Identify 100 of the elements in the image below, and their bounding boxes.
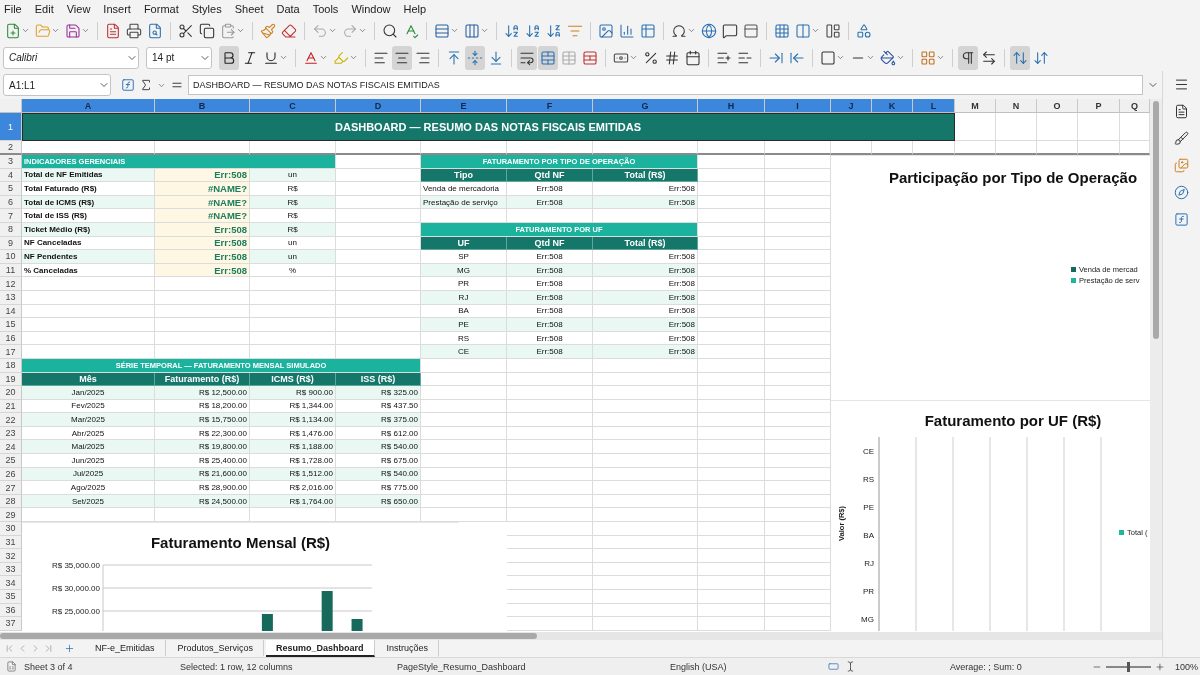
table-cell: #NAME? (155, 182, 250, 196)
menu-item[interactable]: Tools (312, 2, 339, 15)
column-header[interactable]: D (336, 99, 421, 113)
row-header[interactable]: 22 (0, 413, 22, 427)
column-header[interactable]: Q (1120, 99, 1150, 113)
column-header[interactable]: H (698, 99, 765, 113)
axis-label: CE (862, 446, 874, 456)
table-cell: R$ 1,134.00 (250, 413, 336, 427)
table-cell: #NAME? (155, 209, 250, 223)
table-cell: Err:508 (593, 318, 698, 332)
zoom-level[interactable]: 100% (1174, 661, 1198, 672)
font-name-field[interactable]: Calibri (3, 46, 139, 69)
column-header[interactable]: P (1078, 99, 1120, 113)
row-header[interactable]: 27 (0, 481, 22, 495)
sheet-count: Sheet 3 of 4 (24, 661, 73, 672)
row-header[interactable]: 34 (0, 576, 22, 590)
column-header[interactable]: I (765, 99, 831, 113)
row-header[interactable]: 24 (0, 440, 22, 455)
chart-title: Faturamento Mensal (R$) (149, 534, 332, 552)
chart-title: Participação por Tipo de Operação (887, 169, 1139, 186)
column-header[interactable]: F (507, 99, 593, 113)
font-size-field[interactable]: 14 pt (146, 46, 212, 69)
column-header[interactable]: L (913, 99, 955, 113)
menu-item[interactable]: Insert (103, 2, 131, 15)
table-cell: PR (421, 277, 507, 291)
name-box[interactable]: A1:L1 (3, 74, 111, 96)
table-cell: Mar/2025 (22, 413, 155, 427)
row-header[interactable]: 20 (0, 386, 22, 400)
table-cell: Err:508 (507, 318, 593, 332)
language-status[interactable]: English (USA) (670, 661, 727, 672)
table-cell: Total de ISS (R$) (22, 209, 155, 223)
row-header[interactable]: 10 (0, 250, 22, 264)
row-header[interactable]: 35 (0, 590, 22, 604)
formula-input[interactable]: DASHBOARD — RESUMO DAS NOTAS FISCAIS EMITIDAS (188, 75, 1143, 95)
table-cell: Err:508 (593, 250, 698, 264)
column-header[interactable]: M (955, 99, 996, 113)
row-header[interactable]: 15 (0, 318, 22, 332)
table-cell: R$ 12,500.00 (155, 386, 250, 400)
table-cell: Err:508 (593, 182, 698, 196)
menu-item[interactable]: Sheet (234, 2, 264, 15)
table-cell: R$ (250, 182, 336, 196)
axis-label: MG (861, 614, 874, 624)
table-cell: R$ 2,016.00 (250, 481, 336, 495)
menu-item[interactable]: Help (403, 2, 427, 15)
table-cell: Err:508 (507, 182, 593, 196)
table-cell: R$ 28,900.00 (155, 481, 250, 495)
row-header[interactable]: 32 (0, 549, 22, 563)
table-cell: Jan/2025 (22, 386, 155, 400)
axis-label: RS (862, 474, 874, 484)
menu-item[interactable]: Edit (34, 2, 54, 15)
row-header[interactable]: 1 (0, 113, 22, 141)
menu-item[interactable]: View (66, 2, 91, 15)
column-header[interactable]: A (22, 99, 155, 113)
table-cell: R$ 15,750.00 (155, 413, 250, 427)
menu-item[interactable]: Format (143, 2, 179, 15)
axis-label: RJ (864, 558, 874, 568)
table-cell: R$ 675.00 (336, 454, 421, 468)
column-header[interactable]: G (593, 99, 698, 113)
menu-item[interactable]: Styles (191, 2, 222, 15)
menu-item[interactable]: File (4, 2, 22, 15)
column-header[interactable]: O (1037, 99, 1078, 113)
table-cell: R$ 25,400.00 (155, 454, 250, 468)
row-header[interactable]: 7 (0, 209, 22, 223)
sum-status: Average: ; Sum: 0 (950, 661, 1022, 672)
row-header[interactable]: 2 (0, 141, 22, 155)
axis-label: R$ 25,000.00 (51, 607, 100, 617)
row-header[interactable]: 12 (0, 277, 22, 291)
table-cell: Err:508 (593, 345, 698, 359)
sheet-tab[interactable]: Resumo_Dashboard (266, 640, 375, 657)
column-header[interactable]: B (155, 99, 250, 113)
column-header[interactable]: N (996, 99, 1037, 113)
menu-item[interactable]: Window (351, 2, 391, 15)
row-header[interactable]: 25 (0, 454, 22, 468)
row-header[interactable]: 29 (0, 508, 22, 523)
row-header[interactable]: 5 (0, 182, 22, 196)
table-cell: Jun/2025 (22, 454, 155, 468)
table-cell: R$ 900.00 (250, 386, 336, 400)
table-cell: R$ 775.00 (336, 481, 421, 495)
chart-title: Faturamento por UF (R$) (923, 411, 1103, 429)
table-cell: CE (421, 345, 507, 359)
axis-label: R$ 35,000.00 (51, 561, 100, 571)
axis-label: PR (862, 586, 874, 596)
table-cell: R$ 325.00 (336, 386, 421, 400)
column-header[interactable]: K (872, 99, 913, 113)
table-cell: Mai/2025 (22, 440, 155, 455)
table-cell: Err:508 (507, 250, 593, 264)
row-header[interactable]: 17 (0, 345, 22, 359)
page-style[interactable]: PageStyle_Resumo_Dashboard (397, 661, 526, 672)
table-cell: Ago/2025 (22, 481, 155, 495)
column-header[interactable]: J (831, 99, 872, 113)
table-cell: R$ 19,800.00 (155, 440, 250, 455)
row-header[interactable]: 30 (0, 522, 22, 536)
menu-item[interactable]: Data (276, 2, 300, 15)
row-header[interactable]: 37 (0, 617, 22, 631)
column-header[interactable]: C (250, 99, 336, 113)
table-cell: Venda de mercadoria (421, 182, 507, 196)
row-header[interactable]: 3 (0, 155, 22, 169)
column-header[interactable]: E (421, 99, 507, 113)
axis-label: PE (863, 502, 874, 512)
table-cell: Total Faturado (R$) (22, 182, 155, 196)
